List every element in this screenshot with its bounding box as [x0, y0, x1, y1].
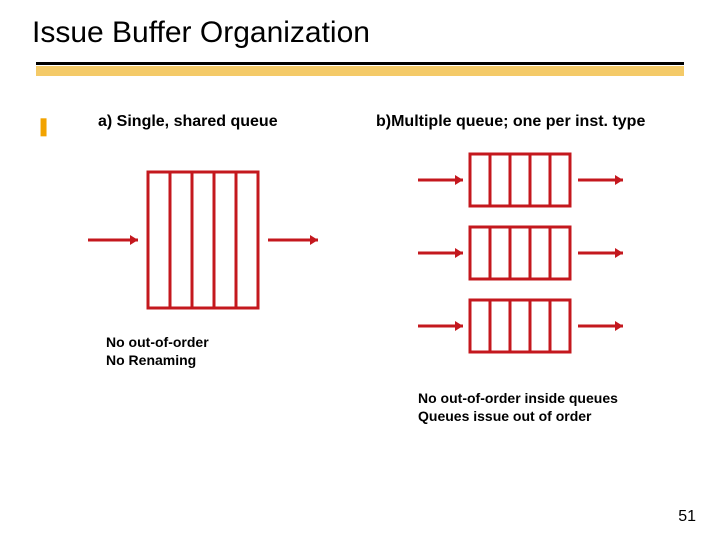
bullet-icon: ❚	[36, 116, 51, 137]
column-b-heading: b)Multiple queue; one per inst. type	[376, 113, 645, 131]
column-a-heading: a) Single, shared queue	[98, 113, 278, 131]
page-number: 51	[678, 508, 696, 526]
rule-band	[36, 66, 684, 76]
column-a-caption: No out-of-order No Renaming	[106, 334, 209, 369]
page-title: Issue Buffer Organization	[32, 16, 370, 50]
column-b-caption: No out-of-order inside queues Queues iss…	[418, 390, 618, 425]
caption-b-line2: Queues issue out of order	[418, 408, 591, 424]
caption-a-line1: No out-of-order	[106, 334, 209, 350]
title-rule	[36, 62, 684, 78]
diagram-single-queue	[78, 160, 338, 320]
rule-line	[36, 62, 684, 65]
diagram-multiple-queues	[408, 148, 668, 363]
caption-b-line1: No out-of-order inside queues	[418, 390, 618, 406]
caption-a-line2: No Renaming	[106, 352, 196, 368]
